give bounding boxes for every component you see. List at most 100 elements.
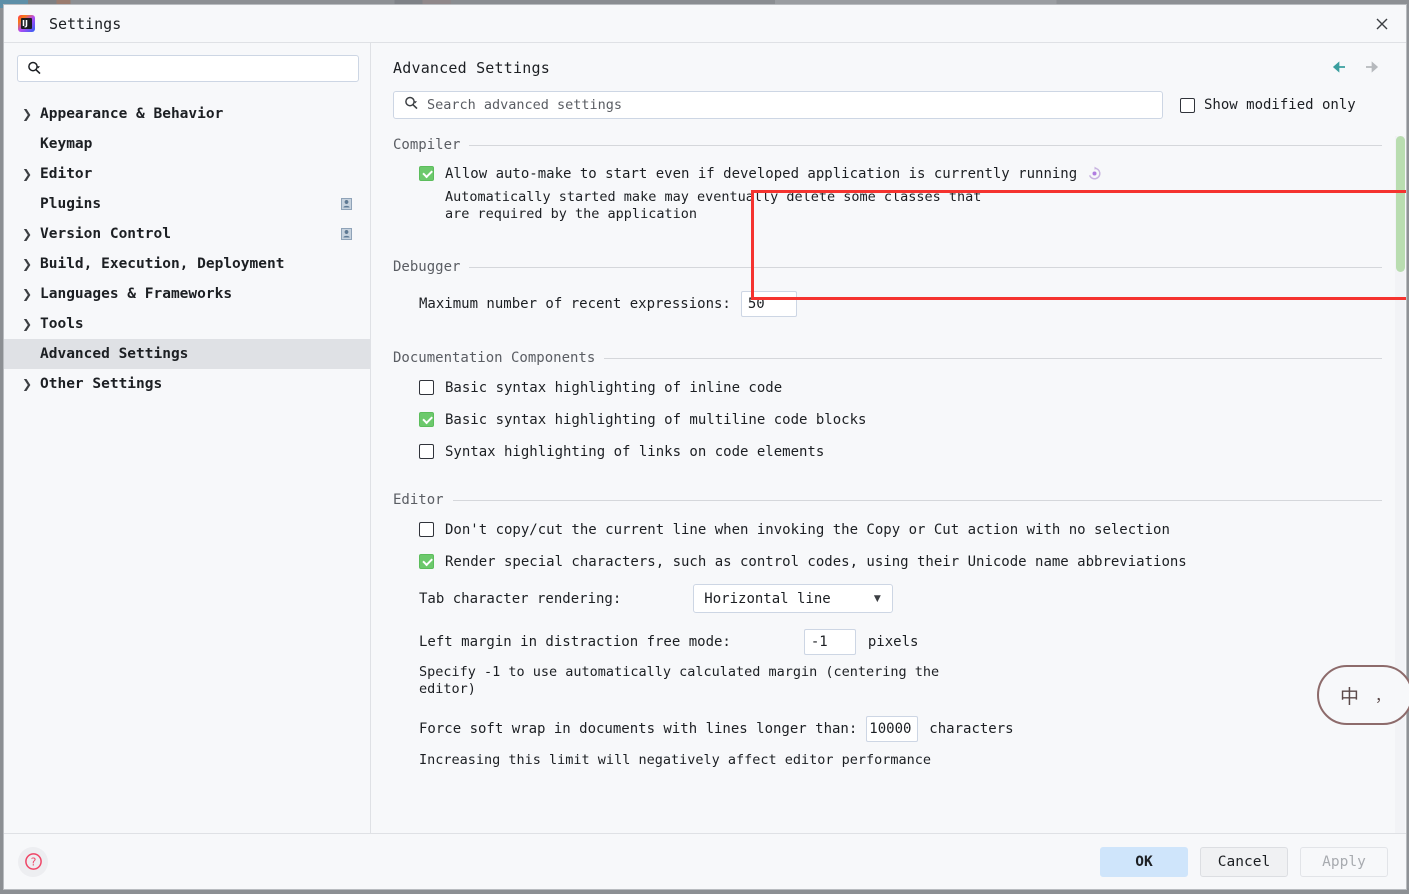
ime-mode-label[interactable]: 中 — [1340, 682, 1359, 709]
scrollbar-thumb[interactable] — [1396, 136, 1405, 272]
checkbox-box — [419, 522, 434, 537]
advanced-search-input[interactable] — [420, 96, 1162, 114]
checkbox-box — [419, 554, 434, 569]
sidebar-item-label: Editor — [40, 166, 93, 182]
checkbox-label: Don't copy/cut the current line when inv… — [445, 522, 1170, 538]
tab-rendering-label: Tab character rendering: — [419, 590, 622, 607]
tab-rendering-row: Tab character rendering: Horizontal line… — [419, 584, 1382, 613]
soft-wrap-input[interactable]: 10000 — [866, 716, 919, 742]
chevron-right-icon[interactable]: ❯ — [22, 258, 38, 270]
close-icon[interactable] — [1372, 14, 1392, 34]
soft-wrap-row: Force soft wrap in documents with lines … — [419, 716, 1382, 742]
checkbox-label: Syntax highlighting of links on code ele… — [445, 444, 825, 460]
chevron-right-icon[interactable]: ❯ — [22, 228, 38, 240]
group-compiler: Compiler Allow auto-make to start even i… — [393, 135, 1382, 223]
ime-punctuation-label[interactable]: ， — [1375, 685, 1390, 706]
group-title: Debugger — [393, 259, 461, 275]
checkbox-box — [419, 166, 434, 181]
group-title: Compiler — [393, 137, 461, 153]
sidebar-item-label: Keymap — [40, 136, 93, 152]
chevron-right-icon[interactable]: ❯ — [22, 168, 38, 180]
checkbox-box — [419, 380, 434, 395]
auto-make-checkbox-row[interactable]: Allow auto-make to start even if develop… — [419, 166, 1382, 182]
divider — [469, 144, 1382, 146]
divider — [469, 266, 1382, 268]
doc-multiline-blocks-checkbox[interactable]: Basic syntax highlighting of multiline c… — [419, 412, 1382, 428]
sidebar-item-label: Tools — [40, 316, 84, 332]
sidebar-item-version-control[interactable]: ❯ Version Control — [4, 219, 370, 249]
auto-make-description: Automatically started make may eventuall… — [445, 189, 982, 222]
account-badge-icon — [341, 198, 352, 210]
show-modified-only-checkbox[interactable]: Show modified only — [1180, 97, 1356, 113]
revert-icon[interactable] — [1087, 166, 1102, 181]
settings-sidebar: ❯Appearance & Behavior❯Keymap❯Editor❯Plu… — [4, 43, 371, 833]
settings-detail-pane: Advanced Settings Search advanced settin… — [371, 43, 1406, 833]
dialog-body: ❯Appearance & Behavior❯Keymap❯Editor❯Plu… — [4, 43, 1406, 833]
chevron-down-icon: ▼ — [873, 593, 881, 604]
sidebar-item-other-settings[interactable]: ❯ Other Settings — [4, 369, 370, 399]
sidebar-item-label: Build, Execution, Deployment — [40, 256, 285, 272]
sidebar-search-box[interactable] — [17, 55, 359, 82]
search-icon — [403, 95, 420, 116]
svg-text:?: ? — [30, 857, 36, 869]
sidebar-item-languages-frameworks[interactable]: ❯ Languages & Frameworks — [4, 279, 370, 309]
group-header: Compiler — [393, 135, 1382, 153]
vertical-scrollbar[interactable] — [1395, 136, 1405, 833]
sidebar-item-label: Advanced Settings — [40, 346, 189, 362]
soft-wrap-unit: characters — [929, 721, 1014, 737]
max-recent-expressions-input[interactable]: 50 — [740, 291, 797, 317]
cancel-button[interactable]: Cancel — [1200, 846, 1288, 877]
sidebar-item-label: Plugins — [40, 196, 102, 212]
checkbox-box — [1180, 97, 1195, 113]
group-body: Don't copy/cut the current line when inv… — [393, 508, 1382, 769]
sidebar-item-tools[interactable]: ❯ Tools — [4, 309, 370, 339]
group-header: Debugger — [393, 257, 1382, 275]
help-circle-icon[interactable]: ? — [18, 846, 48, 877]
dont-copy-cut-checkbox[interactable]: Don't copy/cut the current line when inv… — [419, 522, 1382, 538]
sidebar-item-label: Languages & Frameworks — [40, 286, 233, 302]
dialog-footer: ? OK Cancel Apply — [4, 833, 1406, 889]
chevron-right-icon[interactable]: ❯ — [22, 318, 38, 330]
pane-header: Advanced Settings — [371, 43, 1406, 77]
group-header: Editor — [393, 490, 1382, 508]
intellij-idea-icon: IJ — [18, 15, 35, 32]
navigation-arrows — [1331, 59, 1380, 73]
group-debugger: Debugger Maximum number of recent expres… — [393, 257, 1382, 317]
group-header: Documentation Components — [393, 348, 1382, 366]
sidebar-item-advanced-settings[interactable]: ❯Advanced Settings — [4, 339, 370, 369]
group-title: Editor — [393, 492, 444, 508]
render-special-chars-checkbox[interactable]: Render special characters, such as contr… — [419, 554, 1382, 570]
tab-rendering-dropdown[interactable]: Horizontal line ▼ — [693, 584, 894, 613]
checkbox-box — [419, 412, 434, 427]
sidebar-item-label: Appearance & Behavior — [40, 106, 224, 122]
arrow-right-icon[interactable] — [1364, 59, 1380, 73]
chevron-right-icon[interactable]: ❯ — [22, 378, 38, 390]
tab-rendering-value: Horizontal line — [704, 590, 831, 607]
sidebar-item-build-execution-deployment[interactable]: ❯ Build, Execution, Deployment — [4, 249, 370, 279]
checkbox-box — [419, 444, 434, 459]
soft-wrap-description: Increasing this limit will negatively af… — [419, 752, 932, 768]
left-margin-unit: pixels — [867, 634, 919, 650]
settings-tree: ❯Appearance & Behavior❯Keymap❯Editor❯Plu… — [4, 99, 370, 399]
chevron-right-icon[interactable]: ❯ — [22, 288, 38, 300]
advanced-search-box[interactable] — [393, 91, 1163, 119]
apply-button[interactable]: Apply — [1300, 846, 1388, 877]
left-margin-input[interactable]: -1 — [803, 629, 856, 655]
sidebar-item-keymap[interactable]: ❯Keymap — [4, 129, 370, 159]
chevron-right-icon[interactable]: ❯ — [22, 108, 38, 120]
doc-links-checkbox[interactable]: Syntax highlighting of links on code ele… — [419, 444, 1382, 460]
ok-button[interactable]: OK — [1100, 846, 1188, 877]
sidebar-item-label: Other Settings — [40, 376, 163, 392]
window-title: Settings — [49, 14, 122, 33]
sidebar-item-editor[interactable]: ❯ Editor — [4, 159, 370, 189]
ime-language-indicator[interactable]: 中 ， — [1317, 665, 1409, 725]
group-title: Documentation Components — [393, 350, 596, 366]
show-modified-only-label: Show modified only — [1204, 97, 1356, 113]
doc-inline-code-checkbox[interactable]: Basic syntax highlighting of inline code — [419, 380, 1382, 396]
arrow-left-icon[interactable] — [1331, 59, 1347, 73]
sidebar-search-input[interactable] — [43, 60, 358, 77]
sidebar-item-plugins[interactable]: ❯Plugins — [4, 189, 370, 219]
group-body: Basic syntax highlighting of inline code… — [393, 366, 1382, 460]
sidebar-item-label: Version Control — [40, 226, 171, 242]
sidebar-item-appearance-behavior[interactable]: ❯ Appearance & Behavior — [4, 99, 370, 129]
